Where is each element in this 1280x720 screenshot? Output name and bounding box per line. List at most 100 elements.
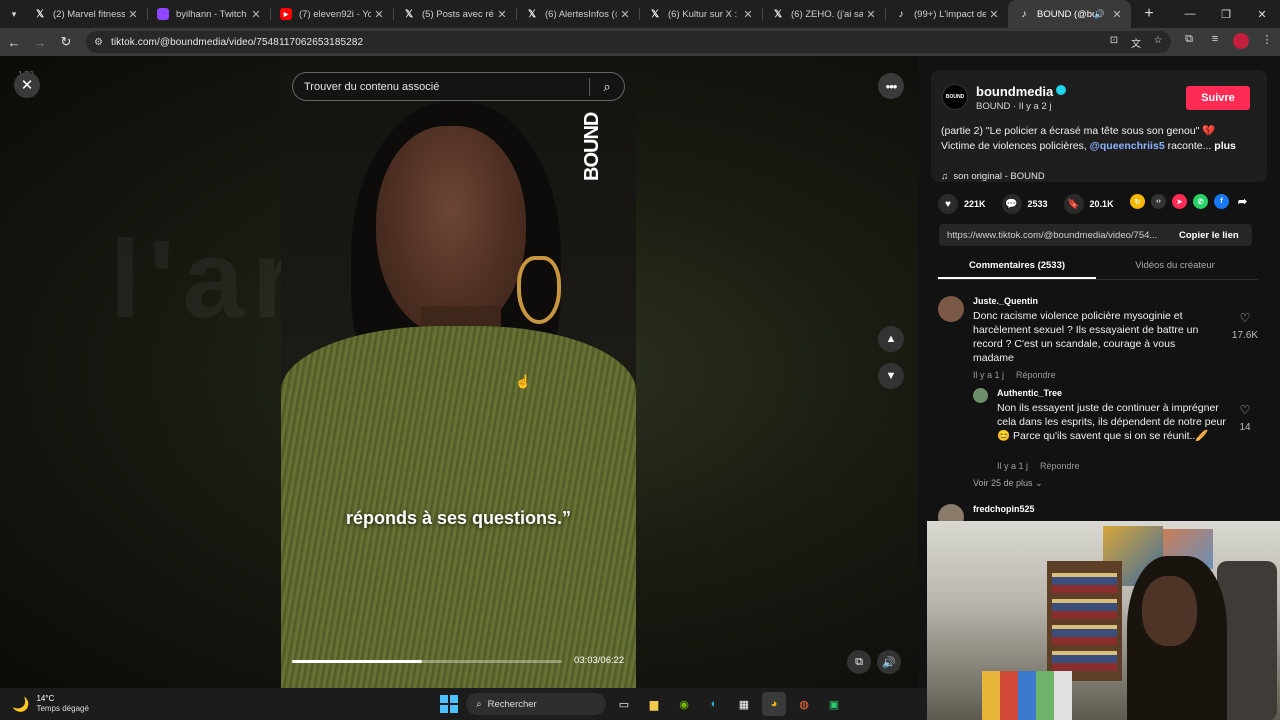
close-tab-icon[interactable]: ✕ (617, 8, 633, 21)
music-title[interactable]: son original - BOUND (953, 171, 1044, 182)
follow-button[interactable]: Suivre (1186, 86, 1250, 110)
close-window-icon[interactable]: ✕ (1244, 0, 1280, 28)
file-explorer-icon[interactable]: ▆ (642, 692, 666, 716)
like-action[interactable]: ♥ 221K (938, 194, 986, 214)
chrome-icon[interactable]: ◕ (762, 692, 786, 716)
author-username[interactable]: boundmedia (976, 84, 1053, 99)
restore-icon[interactable]: ❐ (1208, 0, 1244, 28)
store-icon[interactable]: ▦ (732, 692, 756, 716)
search-input[interactable]: Trouver du contenu associé (293, 81, 589, 93)
heart-icon[interactable]: ♥ (938, 194, 958, 214)
translate-icon[interactable]: 文 (1129, 35, 1143, 50)
author-name[interactable]: boundmedia (976, 84, 1067, 99)
video-progress-bar[interactable] (292, 660, 562, 663)
site-info-icon[interactable]: ⚙ (94, 37, 103, 48)
comment-text: Donc racisme violence policière mysogini… (973, 310, 1199, 364)
media-controls-icon[interactable]: ≡ (1205, 33, 1225, 52)
reply-button[interactable]: Répondre (1016, 370, 1056, 380)
bookmark-star-icon[interactable]: ☆ (1151, 35, 1165, 50)
close-tab-icon[interactable]: ✕ (125, 8, 141, 21)
close-tab-icon[interactable]: ✕ (494, 8, 510, 21)
browser-tab[interactable]: ♪ (99+) L'impact des vé ✕ (885, 0, 1008, 28)
video-person-face (376, 126, 526, 336)
comment-like[interactable]: ♡ 17.6K (1230, 311, 1260, 343)
menu-kebab-icon[interactable]: ⋮ (1257, 33, 1277, 52)
x-icon: 𝕏 (650, 8, 660, 20)
comment-action[interactable]: 💬 2533 (1001, 194, 1048, 214)
repost-icon[interactable]: ↻ (1130, 194, 1145, 209)
reply-like[interactable]: ♡ 14 (1230, 403, 1260, 435)
profile-avatar[interactable] (1231, 32, 1251, 52)
caption-more-link[interactable]: plus (1214, 140, 1236, 152)
comment-username[interactable]: Juste._Quentin (973, 296, 1038, 306)
task-view-icon[interactable]: ▭ (612, 692, 636, 716)
youtube-icon: ▶ (280, 8, 292, 20)
close-tab-icon[interactable]: ✕ (248, 8, 264, 21)
speaker-icon[interactable]: 🔊 (1094, 9, 1105, 20)
tab-comments[interactable]: Commentaires (2533) (938, 256, 1096, 279)
more-options-button[interactable]: ••• (878, 73, 904, 99)
windows-start-icon[interactable] (438, 693, 460, 715)
close-tab-icon[interactable]: ✕ (371, 8, 387, 21)
edge-icon[interactable]: ◐ (702, 692, 726, 716)
back-icon[interactable]: ← (2, 30, 26, 54)
address-bar[interactable]: ⚙ tiktok.com/@boundmedia/video/754811706… (86, 31, 1171, 53)
video-link-text[interactable]: https://www.tiktok.com/@boundmedia/video… (939, 230, 1169, 241)
music-row[interactable]: ♫ son original - BOUND (941, 171, 1045, 182)
close-video-button[interactable]: ✕ (14, 72, 40, 98)
install-app-icon[interactable]: ⊡ (1107, 35, 1121, 50)
tab-search-button[interactable]: ▾ (4, 4, 24, 24)
heart-outline-icon[interactable]: ♡ (1230, 403, 1260, 417)
view-more-replies[interactable]: Voir 25 de plus ⌄ (973, 478, 1043, 489)
heart-outline-icon[interactable]: ♡ (1230, 311, 1260, 325)
copy-link-button[interactable]: Copier le lien (1179, 230, 1239, 241)
caption-mention-link[interactable]: @queenchriis5 (1090, 140, 1165, 152)
related-search-box[interactable]: Trouver du contenu associé ⌕ (292, 72, 625, 101)
browser-tab[interactable]: ▶ (7) eleven92i - YouTube ✕ (270, 0, 393, 28)
volume-icon[interactable]: 🔊 (877, 650, 901, 674)
facebook-icon[interactable]: f (1214, 194, 1229, 209)
new-tab-button[interactable]: + (1137, 5, 1161, 23)
close-tab-icon[interactable]: ✕ (863, 8, 879, 21)
browser-tab[interactable]: 𝕏 (6) AlertesInfos (@Ale ✕ (516, 0, 639, 28)
firefox-icon[interactable]: ◍ (792, 692, 816, 716)
nvidia-icon[interactable]: ◉ (672, 692, 696, 716)
browser-tab[interactable]: 𝕏 (6) Kultur sur X : "🎬 ✕ (639, 0, 762, 28)
previous-video-button[interactable]: ▲ (878, 326, 904, 352)
comment-username[interactable]: fredchopin525 (973, 504, 1035, 514)
more-replies-label[interactable]: Voir 25 de plus (973, 478, 1033, 488)
close-tab-icon[interactable]: ✕ (1109, 8, 1125, 21)
share-arrow-icon[interactable]: ➦ (1235, 194, 1250, 209)
browser-tab[interactable]: 𝕏 (6) ZEHO. (j'ai sauté) ✕ (762, 0, 885, 28)
bookmark-icon[interactable]: 🔖 (1063, 194, 1084, 214)
close-tab-icon[interactable]: ✕ (740, 8, 756, 21)
search-icon[interactable]: ⌕ (590, 79, 624, 95)
commenter-avatar[interactable] (938, 296, 964, 322)
forward-icon[interactable]: → (28, 30, 52, 54)
reload-icon[interactable]: ↻ (54, 30, 78, 54)
comment-icon[interactable]: 💬 (1001, 194, 1022, 214)
game-app-icon[interactable]: ▣ (822, 692, 846, 716)
author-avatar[interactable]: BOUND (942, 84, 968, 110)
save-action[interactable]: 🔖 20.1K (1063, 194, 1114, 214)
browser-tab[interactable]: byilhann - Twitch ✕ (147, 0, 270, 28)
browser-tab[interactable]: 𝕏 (5) Posts avec réponses ✕ (393, 0, 516, 28)
embed-icon[interactable]: ‹› (1151, 194, 1166, 209)
reply-button[interactable]: Répondre (1040, 461, 1080, 471)
floating-player-button[interactable]: ⧉ (847, 650, 871, 674)
next-video-button[interactable]: ▼ (878, 363, 904, 389)
url-text[interactable]: tiktok.com/@boundmedia/video/75481170626… (111, 37, 363, 48)
browser-tab-active[interactable]: ♪ BOUND (@boun 🔊 ✕ (1008, 0, 1131, 28)
whatsapp-icon[interactable]: ✆ (1193, 194, 1208, 209)
reply-username[interactable]: Authentic_Tree (997, 388, 1062, 398)
close-tab-icon[interactable]: ✕ (986, 8, 1002, 21)
browser-tab[interactable]: 𝕏 (2) Marvel fitness 🇫🇷 | ✕ (24, 0, 147, 28)
taskbar-search[interactable]: ⌕ Rechercher (466, 693, 606, 715)
minimize-icon[interactable]: — (1172, 0, 1208, 28)
weather-widget[interactable]: 🌙 14°C Temps dégagé (12, 694, 89, 714)
replier-avatar[interactable] (973, 388, 988, 403)
tab-creator-videos[interactable]: Vidéos du créateur (1096, 256, 1254, 279)
extensions-icon[interactable]: ⧉ (1179, 33, 1199, 52)
send-icon[interactable]: ➤ (1172, 194, 1187, 209)
video-player[interactable]: BOUND réponds à ses questions.” (281, 56, 636, 688)
